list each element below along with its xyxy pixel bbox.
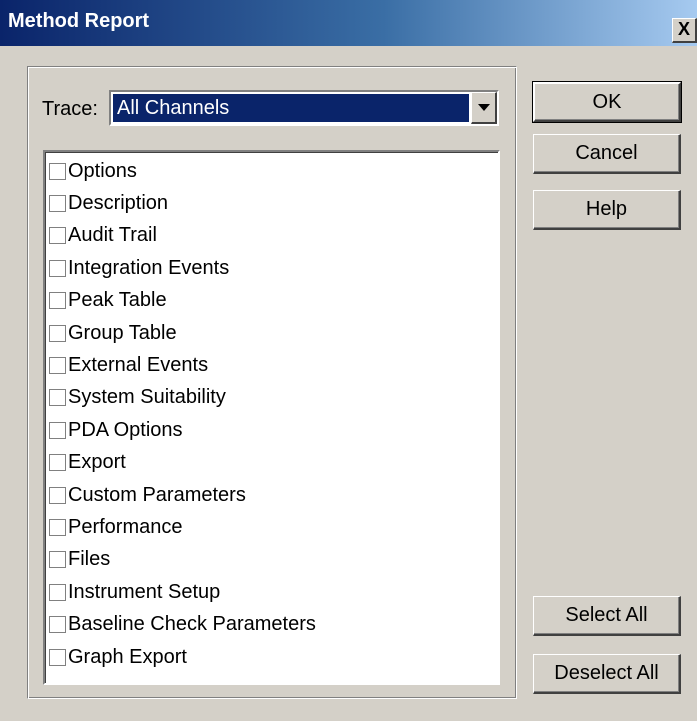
list-item[interactable]: Baseline Check Parameters — [49, 610, 316, 640]
list-item-label: Instrument Setup — [68, 580, 221, 603]
list-item-label: Baseline Check Parameters — [68, 613, 316, 636]
list-item[interactable]: Files — [49, 545, 110, 575]
list-item[interactable]: Audit Trail — [49, 221, 157, 251]
list-item[interactable]: Performance — [49, 512, 183, 542]
list-item-label: Description — [68, 191, 169, 214]
list-item[interactable]: PDA Options — [49, 415, 183, 445]
list-item[interactable]: Group Table — [49, 318, 177, 348]
close-icon: X — [677, 19, 690, 39]
list-item[interactable]: Instrument Setup — [49, 577, 220, 607]
list-item[interactable]: System Suitability — [49, 383, 226, 413]
list-item-label: Graph Export — [68, 645, 187, 668]
list-item[interactable]: Description — [49, 188, 168, 218]
checkbox[interactable] — [49, 162, 66, 180]
list-item-label: Performance — [68, 515, 183, 538]
checkbox[interactable] — [49, 518, 66, 536]
deselect-all-button[interactable]: Deselect All — [533, 654, 681, 694]
list-item-label: Custom Parameters — [68, 483, 246, 506]
list-item-label: Options — [68, 159, 137, 182]
help-button[interactable]: Help — [533, 190, 681, 230]
list-item-label: System Suitability — [68, 386, 226, 409]
list-item[interactable]: Export — [49, 448, 126, 478]
list-item[interactable]: Integration Events — [49, 253, 229, 283]
list-item-label: Export — [68, 451, 126, 474]
checkbox[interactable] — [49, 421, 66, 439]
list-item-label: Peak Table — [68, 289, 167, 312]
close-button[interactable]: X — [672, 18, 697, 43]
checkbox[interactable] — [49, 227, 66, 245]
checkbox[interactable] — [49, 583, 66, 601]
ok-button[interactable]: OK — [532, 81, 682, 123]
checkbox[interactable] — [49, 389, 66, 407]
select-all-button[interactable]: Select All — [533, 596, 681, 636]
dropdown-arrow-button[interactable] — [471, 92, 497, 124]
checkbox[interactable] — [49, 551, 66, 569]
list-item-label: Group Table — [68, 321, 177, 344]
list-item-label: Files — [68, 548, 111, 571]
trace-dropdown[interactable]: All Channels — [109, 90, 499, 126]
report-options-list[interactable]: Options Description Audit Trail Integration… — [43, 150, 500, 685]
title-bar: Method Report X — [0, 0, 697, 46]
trace-dropdown-value: All Channels — [113, 94, 469, 122]
checkbox[interactable] — [49, 648, 66, 666]
checkbox[interactable] — [49, 356, 66, 374]
checkbox[interactable] — [49, 486, 66, 504]
list-item-label: External Events — [68, 353, 209, 376]
checkbox[interactable] — [49, 194, 66, 212]
checkbox[interactable] — [49, 616, 66, 634]
checkbox[interactable] — [49, 292, 66, 310]
trace-label: Trace: — [42, 98, 98, 120]
list-item-label: PDA Options — [68, 418, 183, 441]
checkbox[interactable] — [49, 259, 66, 277]
list-item-label: Audit Trail — [68, 224, 157, 247]
chevron-down-icon — [478, 104, 490, 111]
window-title: Method Report — [8, 10, 150, 32]
list-item[interactable]: Graph Export — [49, 642, 187, 672]
checkbox[interactable] — [49, 454, 66, 472]
cancel-button[interactable]: Cancel — [533, 134, 681, 174]
list-item[interactable]: External Events — [49, 350, 208, 380]
checkbox[interactable] — [49, 324, 66, 342]
list-item[interactable]: Options — [49, 156, 137, 186]
list-item[interactable]: Custom Parameters — [49, 480, 246, 510]
list-item[interactable]: Peak Table — [49, 286, 167, 316]
list-item-label: Integration Events — [68, 256, 230, 279]
